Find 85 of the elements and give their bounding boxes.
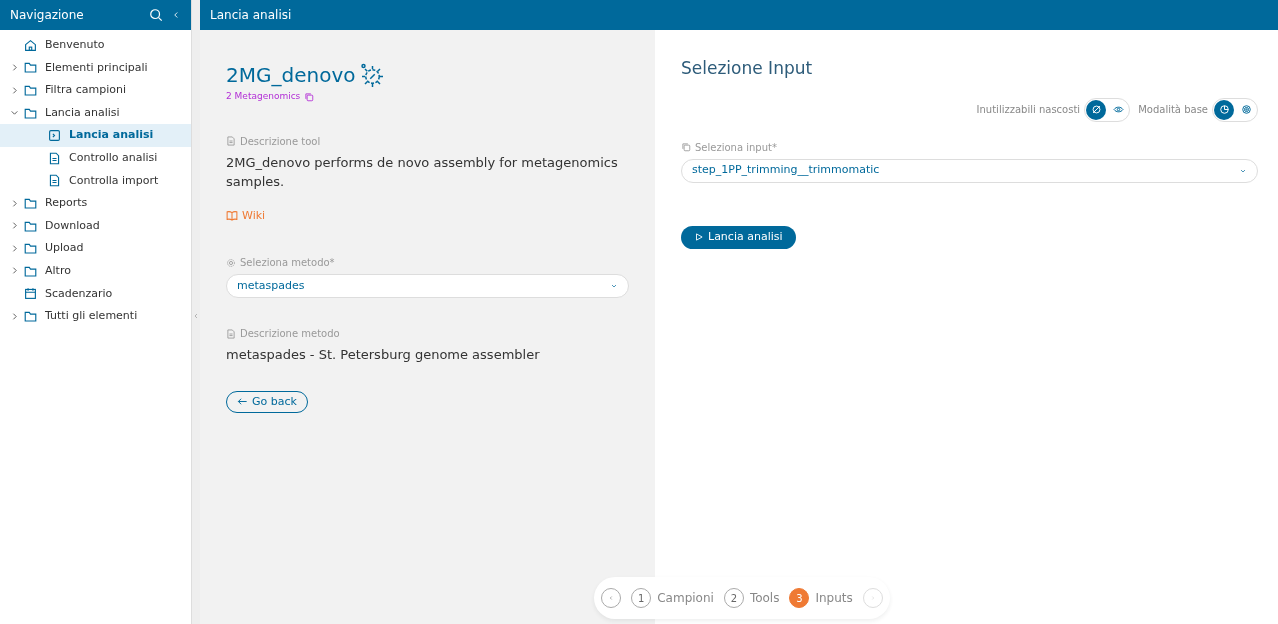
field-label: Seleziona input* bbox=[695, 140, 777, 155]
folder-icon bbox=[24, 242, 37, 256]
field-label: Seleziona metodo* bbox=[240, 256, 335, 271]
method-description: metaspades - St. Petersburg genome assembler bbox=[226, 346, 541, 365]
document-icon bbox=[48, 151, 61, 165]
nav-item[interactable]: Filtra campioni bbox=[0, 79, 191, 102]
chevron-right-icon bbox=[10, 243, 19, 253]
nav-label: Elementi principali bbox=[45, 59, 148, 76]
field-label: Descrizione metodo bbox=[240, 327, 340, 342]
nav-item[interactable]: Lancia analisi bbox=[0, 124, 191, 147]
copy-icon bbox=[681, 142, 691, 152]
nav-item[interactable]: Scadenzario bbox=[0, 282, 191, 306]
nav-item[interactable]: Reports bbox=[0, 192, 191, 215]
folder-icon bbox=[24, 196, 37, 210]
chevron-right-icon bbox=[10, 266, 19, 276]
document-icon bbox=[226, 328, 236, 339]
nav-label: Controlla import bbox=[69, 172, 159, 189]
nav-label: Lancia analisi bbox=[69, 127, 154, 144]
nav-label: Reports bbox=[45, 195, 88, 212]
nav-item[interactable]: Lancia analisi bbox=[0, 101, 191, 125]
page-title: Lancia analisi bbox=[210, 7, 292, 24]
nav-item[interactable]: Upload bbox=[0, 237, 191, 260]
nav-label: Download bbox=[45, 217, 100, 234]
copy-icon bbox=[304, 91, 315, 102]
nav-label: Benvenuto bbox=[45, 37, 105, 54]
toggle-option[interactable] bbox=[1214, 99, 1234, 120]
nav-item[interactable]: Benvenuto bbox=[0, 34, 191, 57]
play-icon bbox=[694, 232, 704, 242]
pie-chart-icon bbox=[1218, 104, 1230, 115]
folder-icon bbox=[24, 106, 37, 120]
method-select[interactable]: metaspades bbox=[226, 274, 629, 299]
folder-icon bbox=[24, 219, 37, 233]
chevron-right-icon bbox=[10, 198, 19, 208]
folder-icon bbox=[24, 84, 37, 97]
chevron-right-icon bbox=[10, 311, 19, 321]
nav-label: Lancia analisi bbox=[45, 104, 120, 121]
toggle-label: Inutilizzabili nascosti bbox=[976, 103, 1081, 117]
search-icon bbox=[149, 8, 163, 22]
nav-item[interactable]: Download bbox=[0, 214, 191, 238]
field-label: Descrizione tool bbox=[240, 134, 321, 149]
arrow-left-icon bbox=[237, 396, 248, 408]
input-select[interactable]: step_1PP_trimming__trimmomatic bbox=[681, 158, 1258, 183]
document-icon bbox=[226, 136, 236, 146]
step-label[interactable]: Inputs bbox=[815, 589, 853, 607]
nav-label: Upload bbox=[45, 240, 84, 257]
nav-label: Altro bbox=[45, 263, 71, 279]
category-label: 2 Metagenomics bbox=[226, 90, 301, 103]
nav-label: Scadenzario bbox=[45, 285, 113, 302]
sidebar-title: Navigazione bbox=[10, 7, 84, 24]
nav-item[interactable]: Tutti gli elementi bbox=[0, 305, 191, 328]
home-icon bbox=[24, 38, 37, 52]
eye-icon bbox=[1112, 104, 1124, 115]
step-label[interactable]: Campioni bbox=[657, 589, 714, 607]
nav-label: Controllo analisi bbox=[69, 150, 158, 166]
nav-item[interactable]: Altro bbox=[0, 259, 191, 283]
virus-icon bbox=[359, 63, 384, 87]
collapse-handle-icon bbox=[192, 312, 200, 320]
folder-icon bbox=[24, 61, 37, 75]
nav-item[interactable]: Controlla import bbox=[0, 169, 191, 193]
tool-name: 2MG_denovo bbox=[226, 62, 356, 89]
toggle-option[interactable] bbox=[1086, 99, 1107, 120]
tool-description: 2MG_denovo performs de novo assembly for metagenomics samples. bbox=[226, 153, 619, 191]
hidden-icon bbox=[1090, 104, 1102, 115]
calendar-icon bbox=[24, 287, 37, 301]
run-button[interactable]: Lancia analisi bbox=[681, 225, 796, 249]
previous-button[interactable] bbox=[601, 588, 622, 608]
chevron-right-icon bbox=[10, 85, 19, 95]
target-icon bbox=[1240, 104, 1252, 115]
folder-icon bbox=[24, 264, 37, 278]
panel-title: Selezione Input bbox=[681, 57, 814, 80]
terminal-icon bbox=[48, 129, 61, 143]
toggle-label: Modalità base bbox=[1138, 103, 1208, 117]
nav-item[interactable]: Elementi principali bbox=[0, 56, 191, 80]
chevron-right-icon bbox=[10, 63, 19, 73]
nav-label: Filtra campioni bbox=[45, 82, 126, 99]
nav-label: Tutti gli elementi bbox=[45, 308, 138, 325]
document-icon bbox=[48, 174, 61, 188]
nav-item[interactable]: Controllo analisi bbox=[0, 146, 191, 170]
chevron-left-icon bbox=[608, 594, 615, 602]
step-label[interactable]: Tools bbox=[749, 589, 780, 607]
chevron-right-icon bbox=[10, 221, 19, 231]
folder-icon bbox=[24, 309, 37, 323]
chevron-down-icon bbox=[10, 108, 19, 118]
gear-icon bbox=[226, 257, 236, 268]
book-icon bbox=[226, 209, 238, 222]
